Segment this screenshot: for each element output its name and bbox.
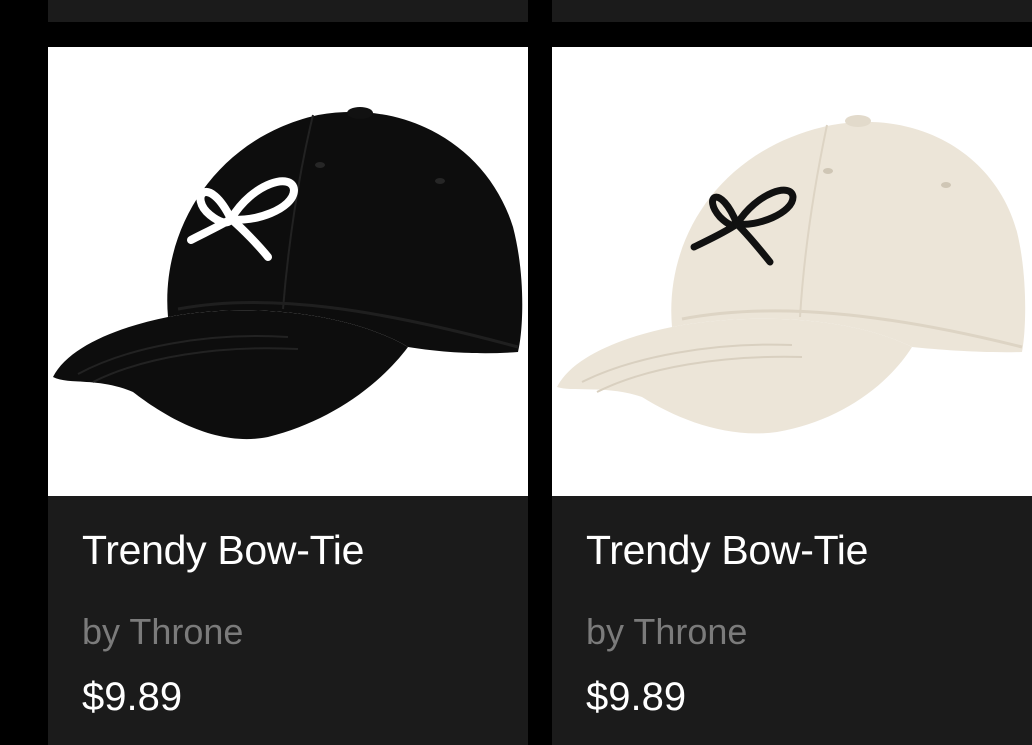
product-brand: by Throne xyxy=(82,611,244,652)
product-title[interactable]: Trendy Bow-Tie xyxy=(82,527,364,574)
product-price: $9.89 xyxy=(586,675,687,719)
product-card[interactable]: Trendy Bow-Tie by Throne $9.89 xyxy=(552,47,1032,745)
product-image[interactable] xyxy=(48,47,528,496)
product-card[interactable]: Trendy Bow-Tie by Throne $9.89 xyxy=(48,47,528,745)
product-price: $9.89 xyxy=(82,675,183,719)
previous-row-card[interactable] xyxy=(552,0,1032,22)
product-image[interactable] xyxy=(552,47,1032,496)
previous-row-card[interactable] xyxy=(48,0,528,22)
beige-baseball-cap-with-black-bow xyxy=(557,115,1026,434)
product-brand: by Throne xyxy=(586,611,748,652)
product-title[interactable]: Trendy Bow-Tie xyxy=(586,527,868,574)
black-baseball-cap-with-white-bow xyxy=(53,107,523,440)
